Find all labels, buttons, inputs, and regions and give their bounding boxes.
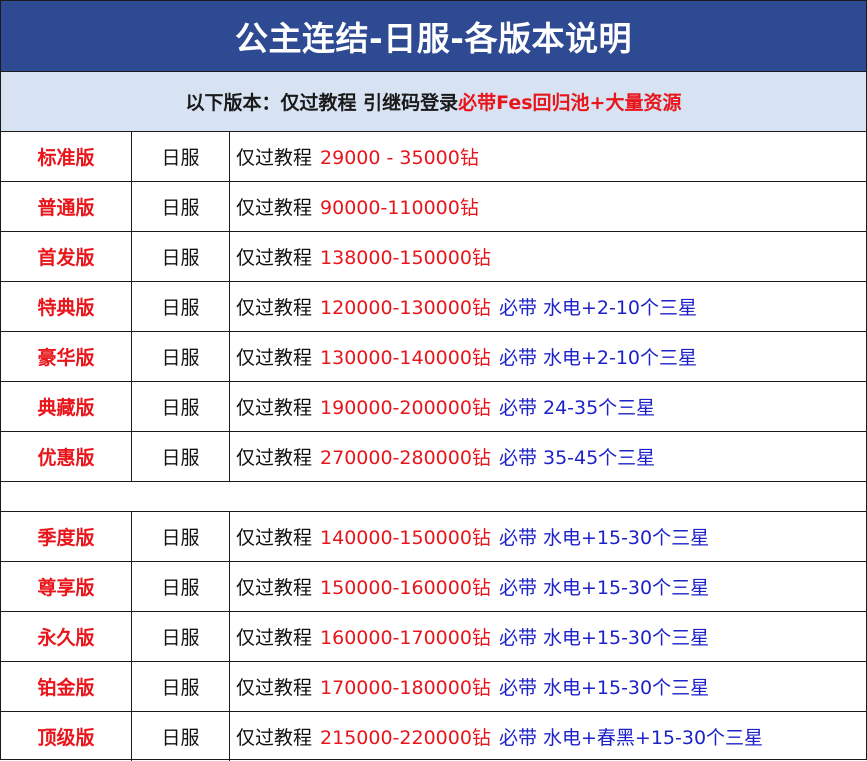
server-region: 日服 <box>132 382 230 431</box>
version-name: 季度版 <box>1 512 132 561</box>
gem-range: 150000-160000钻 <box>320 577 491 599</box>
table-row: 季度版 日服 仅过教程 140000-150000钻 必带 水电+15-30个三星 <box>1 512 866 562</box>
tutorial-note: 仅过教程 <box>236 627 313 649</box>
table-row: 普通版 日服 仅过教程 90000-110000钻 <box>1 182 866 232</box>
bonus-note: 必带 水电+15-30个三星 <box>498 527 710 549</box>
gem-range: 140000-150000钻 <box>320 527 491 549</box>
version-name: 普通版 <box>1 182 132 231</box>
gem-range: 190000-200000钻 <box>320 397 491 419</box>
table-section-1: 标准版 日服 仅过教程 29000 - 35000钻 普通版 日服 仅过教程 90000-… <box>1 132 866 482</box>
subtitle-highlight: 必带Fes回归池+大量资源 <box>458 92 682 114</box>
server-region: 日服 <box>132 432 230 481</box>
tutorial-note: 仅过教程 <box>236 727 313 749</box>
server-region: 日服 <box>132 562 230 611</box>
table-row: 顶级版 日服 仅过教程 215000-220000钻 必带 水电+春黑+15-30个三星 <box>1 712 866 761</box>
version-name: 标准版 <box>1 132 132 181</box>
tutorial-note: 仅过教程 <box>236 197 313 219</box>
server-region: 日服 <box>132 332 230 381</box>
tutorial-note: 仅过教程 <box>236 577 313 599</box>
subtitle-text: 以下版本：仅过教程 引继码登录 <box>185 92 459 114</box>
table-section-2: 季度版 日服 仅过教程 140000-150000钻 必带 水电+15-30个三星 尊享版… <box>1 512 866 761</box>
tutorial-note: 仅过教程 <box>236 347 313 369</box>
tutorial-note: 仅过教程 <box>236 147 313 169</box>
table-row: 典藏版 日服 仅过教程 190000-200000钻 必带 24-35个三星 <box>1 382 866 432</box>
gem-range: 130000-140000钻 <box>320 347 491 369</box>
server-region: 日服 <box>132 182 230 231</box>
table-row: 首发版 日服 仅过教程 138000-150000钻 <box>1 232 866 282</box>
table-row: 尊享版 日服 仅过教程 150000-160000钻 必带 水电+15-30个三星 <box>1 562 866 612</box>
gem-range: 170000-180000钻 <box>320 677 491 699</box>
version-description: 仅过教程 138000-150000钻 <box>230 232 866 281</box>
version-name: 首发版 <box>1 232 132 281</box>
version-description: 仅过教程 29000 - 35000钻 <box>230 132 866 181</box>
version-name: 尊享版 <box>1 562 132 611</box>
table-row: 永久版 日服 仅过教程 160000-170000钻 必带 水电+15-30个三星 <box>1 612 866 662</box>
server-region: 日服 <box>132 132 230 181</box>
bonus-note: 必带 水电+15-30个三星 <box>498 677 710 699</box>
section-divider <box>1 482 866 512</box>
table-row: 优惠版 日服 仅过教程 270000-280000钻 必带 35-45个三星 <box>1 432 866 482</box>
version-description: 仅过教程 170000-180000钻 必带 水电+15-30个三星 <box>230 662 866 711</box>
gem-range: 270000-280000钻 <box>320 447 491 469</box>
gem-range: 160000-170000钻 <box>320 627 491 649</box>
version-table: 公主连结-日服-各版本说明 以下版本：仅过教程 引继码登录 必带Fes回归池+大… <box>0 0 867 761</box>
bonus-note: 必带 35-45个三星 <box>498 447 656 469</box>
tutorial-note: 仅过教程 <box>236 447 313 469</box>
table-row: 豪华版 日服 仅过教程 130000-140000钻 必带 水电+2-10个三星 <box>1 332 866 382</box>
bonus-note: 必带 24-35个三星 <box>498 397 656 419</box>
tutorial-note: 仅过教程 <box>236 297 313 319</box>
page-title: 公主连结-日服-各版本说明 <box>1 1 866 72</box>
server-region: 日服 <box>132 512 230 561</box>
gem-range: 215000-220000钻 <box>320 727 491 749</box>
version-description: 仅过教程 150000-160000钻 必带 水电+15-30个三星 <box>230 562 866 611</box>
server-region: 日服 <box>132 712 230 761</box>
version-description: 仅过教程 270000-280000钻 必带 35-45个三星 <box>230 432 866 481</box>
server-region: 日服 <box>132 662 230 711</box>
bonus-note: 必带 水电+2-10个三星 <box>498 297 698 319</box>
server-region: 日服 <box>132 232 230 281</box>
tutorial-note: 仅过教程 <box>236 397 313 419</box>
server-region: 日服 <box>132 282 230 331</box>
bonus-note: 必带 水电+2-10个三星 <box>498 347 698 369</box>
table-row: 铂金版 日服 仅过教程 170000-180000钻 必带 水电+15-30个三星 <box>1 662 866 712</box>
bonus-note: 必带 水电+春黑+15-30个三星 <box>498 727 764 749</box>
tutorial-note: 仅过教程 <box>236 247 313 269</box>
table-row: 标准版 日服 仅过教程 29000 - 35000钻 <box>1 132 866 182</box>
tutorial-note: 仅过教程 <box>236 677 313 699</box>
version-description: 仅过教程 215000-220000钻 必带 水电+春黑+15-30个三星 <box>230 712 866 761</box>
server-region: 日服 <box>132 612 230 661</box>
version-name: 永久版 <box>1 612 132 661</box>
version-description: 仅过教程 90000-110000钻 <box>230 182 866 231</box>
gem-range: 120000-130000钻 <box>320 297 491 319</box>
bonus-note: 必带 水电+15-30个三星 <box>498 627 710 649</box>
version-name: 典藏版 <box>1 382 132 431</box>
version-description: 仅过教程 140000-150000钻 必带 水电+15-30个三星 <box>230 512 866 561</box>
version-description: 仅过教程 160000-170000钻 必带 水电+15-30个三星 <box>230 612 866 661</box>
version-name: 铂金版 <box>1 662 132 711</box>
gem-range: 90000-110000钻 <box>320 197 479 219</box>
bonus-note: 必带 水电+15-30个三星 <box>498 577 710 599</box>
gem-range: 29000 - 35000钻 <box>320 147 479 169</box>
version-description: 仅过教程 190000-200000钻 必带 24-35个三星 <box>230 382 866 431</box>
subtitle-bar: 以下版本：仅过教程 引继码登录 必带Fes回归池+大量资源 <box>1 72 866 132</box>
version-name: 特典版 <box>1 282 132 331</box>
version-name: 豪华版 <box>1 332 132 381</box>
version-name: 顶级版 <box>1 712 132 761</box>
version-description: 仅过教程 120000-130000钻 必带 水电+2-10个三星 <box>230 282 866 331</box>
gem-range: 138000-150000钻 <box>320 247 491 269</box>
table-row: 特典版 日服 仅过教程 120000-130000钻 必带 水电+2-10个三星 <box>1 282 866 332</box>
version-name: 优惠版 <box>1 432 132 481</box>
version-description: 仅过教程 130000-140000钻 必带 水电+2-10个三星 <box>230 332 866 381</box>
tutorial-note: 仅过教程 <box>236 527 313 549</box>
